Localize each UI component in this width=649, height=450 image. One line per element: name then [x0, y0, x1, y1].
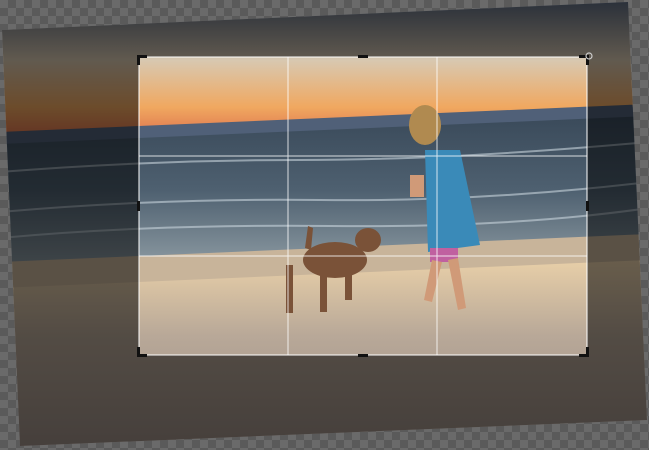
crop-canvas[interactable] — [0, 0, 649, 450]
edge-handle-icon[interactable] — [358, 55, 368, 58]
edge-handle-icon[interactable] — [358, 354, 368, 357]
edge-handle-icon[interactable] — [586, 201, 589, 211]
edge-handle-icon[interactable] — [137, 201, 140, 211]
